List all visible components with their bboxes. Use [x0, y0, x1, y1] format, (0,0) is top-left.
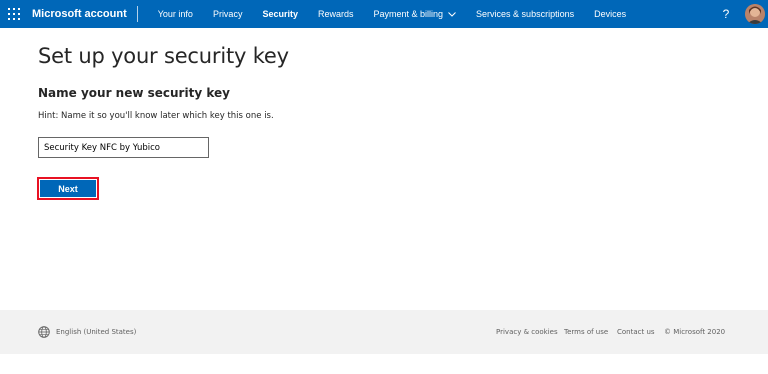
nav-services-subscriptions[interactable]: Services & subscriptions: [466, 0, 584, 28]
footer: English (United States) Privacy & cookie…: [0, 310, 768, 354]
nav-payment-billing-label: Payment & billing: [373, 9, 444, 19]
nav-payment-billing[interactable]: Payment & billing: [364, 0, 467, 28]
nav-your-info[interactable]: Your info: [148, 0, 203, 28]
next-button-highlight: Next: [37, 177, 99, 200]
nav-privacy[interactable]: Privacy: [203, 0, 253, 28]
globe-icon: [38, 326, 50, 338]
help-icon[interactable]: ?: [720, 0, 732, 28]
locale-selector[interactable]: English (United States): [38, 310, 136, 354]
app-launcher-icon[interactable]: [0, 0, 28, 28]
copyright-text: © Microsoft 2020: [664, 328, 726, 336]
locale-label: English (United States): [56, 328, 137, 336]
nav-divider: [136, 6, 138, 22]
security-key-name-input[interactable]: [38, 137, 209, 158]
top-nav-bar: Microsoft account Your info Privacy Secu…: [0, 0, 768, 28]
nav-rewards[interactable]: Rewards: [308, 0, 364, 28]
contact-us-link[interactable]: Contact us: [617, 310, 655, 354]
terms-of-use-link[interactable]: Terms of use: [564, 310, 608, 354]
brand-link[interactable]: Microsoft account: [28, 0, 137, 28]
next-button[interactable]: Next: [40, 180, 96, 197]
privacy-cookies-link[interactable]: Privacy & cookies: [496, 310, 558, 354]
chevron-down-icon: [448, 9, 456, 19]
page-title: Set up your security key: [38, 44, 289, 68]
hint-text: Hint: Name it so you'll know later which…: [38, 111, 274, 121]
page-bottom-area: [0, 354, 768, 374]
section-subheading: Name your new security key: [38, 86, 230, 100]
avatar[interactable]: [745, 4, 765, 24]
nav-devices[interactable]: Devices: [584, 0, 636, 28]
nav-security[interactable]: Security: [252, 0, 308, 28]
